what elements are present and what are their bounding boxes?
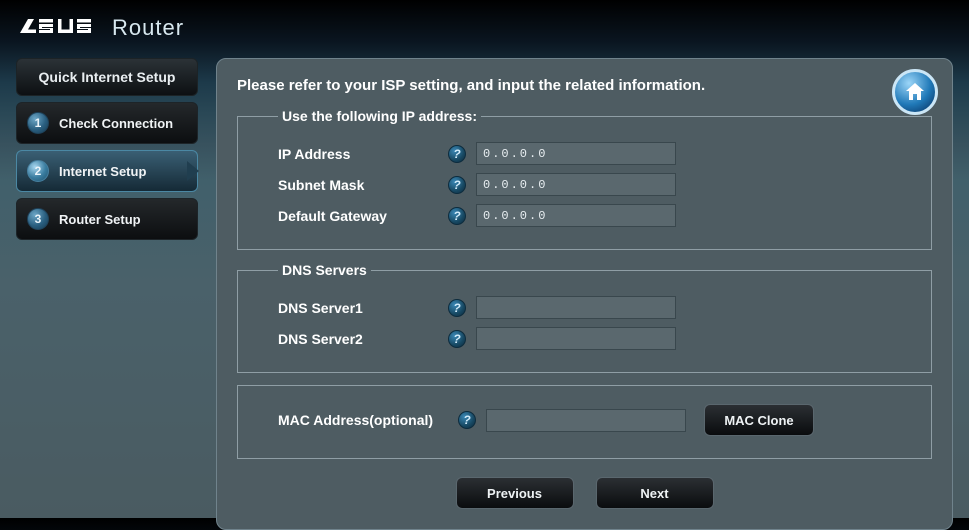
help-icon[interactable]: ? <box>458 411 476 429</box>
dns2-label: DNS Server2 <box>278 331 448 347</box>
sidebar-step-internet-setup[interactable]: 2 Internet Setup <box>16 150 198 192</box>
topbar: Router <box>0 0 969 44</box>
subnet-mask-input[interactable] <box>476 173 676 196</box>
sidebar-step-router-setup[interactable]: 3 Router Setup <box>16 198 198 240</box>
mac-address-input[interactable] <box>486 409 686 432</box>
ip-address-label: IP Address <box>278 146 448 162</box>
mac-clone-button[interactable]: MAC Clone <box>704 404 814 436</box>
default-gateway-label: Default Gateway <box>278 208 448 224</box>
ip-address-group: Use the following IP address: IP Address… <box>237 108 932 250</box>
step-number-badge: 1 <box>27 112 49 134</box>
sidebar-step-check-connection[interactable]: 1 Check Connection <box>16 102 198 144</box>
help-icon[interactable]: ? <box>448 207 466 225</box>
home-icon <box>903 80 927 104</box>
next-button[interactable]: Next <box>596 477 714 509</box>
help-icon[interactable]: ? <box>448 145 466 163</box>
content-panel: Please refer to your ISP setting, and in… <box>216 58 953 530</box>
subnet-mask-label: Subnet Mask <box>278 177 448 193</box>
mac-address-label: MAC Address(optional) <box>278 412 458 428</box>
help-icon[interactable]: ? <box>448 330 466 348</box>
help-icon[interactable]: ? <box>448 299 466 317</box>
help-icon[interactable]: ? <box>448 176 466 194</box>
page-title: Router <box>112 15 184 41</box>
previous-button[interactable]: Previous <box>456 477 574 509</box>
step-label: Internet Setup <box>59 164 146 179</box>
asus-logo <box>18 15 98 37</box>
mac-address-group: MAC Address(optional) ? MAC Clone <box>237 385 932 459</box>
home-button[interactable] <box>892 69 938 115</box>
wizard-buttons: Previous Next <box>237 477 932 509</box>
step-label: Router Setup <box>59 212 141 227</box>
step-number-badge: 3 <box>27 208 49 230</box>
dns1-input[interactable] <box>476 296 676 319</box>
sidebar: Quick Internet Setup 1 Check Connection … <box>16 58 198 530</box>
sidebar-title: Quick Internet Setup <box>16 58 198 96</box>
ip-group-legend: Use the following IP address: <box>278 108 481 124</box>
default-gateway-input[interactable] <box>476 204 676 227</box>
dns2-input[interactable] <box>476 327 676 350</box>
dns-group-legend: DNS Servers <box>278 262 371 278</box>
dns-servers-group: DNS Servers DNS Server1 ? DNS Server2 ? <box>237 262 932 373</box>
dns1-label: DNS Server1 <box>278 300 448 316</box>
instruction-text: Please refer to your ISP setting, and in… <box>237 77 837 94</box>
step-label: Check Connection <box>59 116 173 131</box>
step-number-badge: 2 <box>27 160 49 182</box>
ip-address-input[interactable] <box>476 142 676 165</box>
